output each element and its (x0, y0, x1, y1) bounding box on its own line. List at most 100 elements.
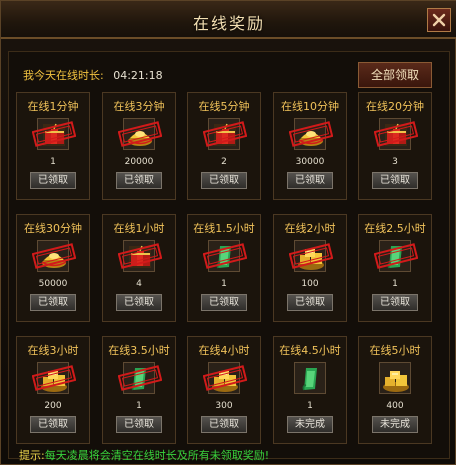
reward-card: 在线30分钟 50000 已领取 (16, 214, 90, 322)
reward-status-button[interactable]: 已领取 (116, 294, 162, 311)
reward-quantity: 1 (221, 279, 227, 289)
reward-card: 在线4.5小时 1 未完成 (273, 336, 347, 444)
reward-quantity: 300 (215, 401, 233, 411)
reward-item-slot[interactable] (203, 362, 247, 394)
reward-item-slot[interactable] (32, 362, 76, 394)
reward-item-slot[interactable] (294, 362, 326, 394)
reward-card: 在线1.5小时 1 已领取 (187, 214, 261, 322)
reward-item-slot[interactable] (203, 240, 247, 272)
reward-card: 在线10分钟 30000 已领取 (273, 92, 347, 200)
reward-time-label: 在线1分钟 (27, 100, 79, 113)
reward-quantity: 100 (301, 279, 319, 289)
reward-time-label: 在线1.5小时 (193, 222, 255, 235)
reward-status-button[interactable]: 未完成 (372, 416, 418, 433)
reward-card: 在线20分钟 3 已领取 (358, 92, 432, 200)
reward-quantity: 1 (307, 401, 313, 411)
reward-item-slot[interactable] (289, 240, 333, 272)
reward-quantity: 1 (136, 401, 142, 411)
tip-prefix: 提示: (19, 449, 45, 462)
reward-status-button[interactable]: 已领取 (116, 416, 162, 433)
claimed-stamp-icon (374, 243, 418, 269)
reward-time-label: 在线2.5小时 (364, 222, 426, 235)
claimed-stamp-icon (203, 121, 247, 147)
online-time-row: 我今天在线时长: 04:21:18 (23, 67, 163, 83)
claimed-stamp-icon (374, 121, 418, 147)
reward-item-slot[interactable] (374, 118, 418, 150)
reward-status-button[interactable]: 未完成 (287, 416, 333, 433)
reward-status-button[interactable]: 已领取 (372, 294, 418, 311)
reward-card: 在线3小时 200 已领取 (16, 336, 90, 444)
reward-time-label: 在线1小时 (113, 222, 165, 235)
reward-card: 在线2.5小时 1 已领取 (358, 214, 432, 322)
reward-time-label: 在线10分钟 (281, 100, 339, 113)
reward-quantity: 400 (386, 401, 404, 411)
reward-card: 在线3.5小时 1 已领取 (102, 336, 176, 444)
reward-status-button[interactable]: 已领取 (287, 294, 333, 311)
claimed-stamp-icon (203, 243, 247, 269)
reward-status-button[interactable]: 已领取 (201, 172, 247, 189)
claimed-stamp-icon (289, 121, 333, 147)
reward-item-slot[interactable] (379, 362, 411, 394)
claimed-stamp-icon (32, 243, 76, 269)
reward-time-label: 在线3小时 (27, 344, 79, 357)
reward-card: 在线5小时 400 未完成 (358, 336, 432, 444)
online-time-label: 我今天在线时长: (23, 69, 104, 82)
reward-quantity: 2 (221, 157, 227, 167)
close-icon (432, 13, 446, 27)
reward-status-button[interactable]: 已领取 (30, 416, 76, 433)
reward-status-button[interactable]: 已领取 (116, 172, 162, 189)
reward-quantity: 50000 (38, 279, 68, 289)
reward-status-button[interactable]: 已领取 (201, 416, 247, 433)
reward-time-label: 在线3分钟 (113, 100, 165, 113)
reward-status-button[interactable]: 已领取 (30, 172, 76, 189)
reward-status-button[interactable]: 已领取 (287, 172, 333, 189)
reward-item-slot[interactable] (32, 118, 76, 150)
reward-quantity: 20000 (124, 157, 154, 167)
reward-status-button[interactable]: 已领取 (201, 294, 247, 311)
reward-time-label: 在线4小时 (198, 344, 250, 357)
reward-item-slot[interactable] (203, 118, 247, 150)
reward-quantity: 30000 (295, 157, 325, 167)
claimed-stamp-icon (289, 243, 333, 269)
reward-time-label: 在线30分钟 (24, 222, 82, 235)
online-reward-window: 在线奖励 我今天在线时长: 04:21:18 全部领取 在线1分钟 1 已领取 在线3… (0, 0, 456, 465)
footer-tip: 提示:每天凌晨将会清空在线时长及所有未领取奖励! (19, 447, 269, 463)
reward-status-button[interactable]: 已领取 (30, 294, 76, 311)
title-bar: 在线奖励 (1, 1, 456, 39)
online-time-value: 04:21:18 (113, 69, 163, 82)
close-button[interactable] (427, 8, 451, 32)
jade-scroll-icon (302, 368, 317, 391)
reward-time-label: 在线20分钟 (366, 100, 424, 113)
claim-all-button[interactable]: 全部领取 (358, 62, 432, 88)
reward-item-slot[interactable] (118, 362, 162, 394)
tip-text: 每天凌晨将会清空在线时长及所有未领取奖励! (44, 449, 270, 462)
reward-card: 在线1小时 4 已领取 (102, 214, 176, 322)
reward-item-slot[interactable] (118, 118, 162, 150)
gold-pile-icon (383, 371, 409, 392)
reward-item-slot[interactable] (118, 240, 162, 272)
reward-card: 在线3分钟 20000 已领取 (102, 92, 176, 200)
reward-card: 在线1分钟 1 已领取 (16, 92, 90, 200)
reward-time-label: 在线2小时 (284, 222, 336, 235)
reward-card: 在线4小时 300 已领取 (187, 336, 261, 444)
claimed-stamp-icon (118, 365, 162, 391)
reward-quantity: 200 (44, 401, 62, 411)
reward-time-label: 在线5小时 (369, 344, 421, 357)
reward-item-slot[interactable] (374, 240, 418, 272)
reward-status-button[interactable]: 已领取 (372, 172, 418, 189)
claimed-stamp-icon (118, 121, 162, 147)
claimed-stamp-icon (32, 121, 76, 147)
reward-item-slot[interactable] (32, 240, 76, 272)
reward-time-label: 在线5分钟 (198, 100, 250, 113)
reward-card: 在线2小时 100 已领取 (273, 214, 347, 322)
claimed-stamp-icon (118, 243, 162, 269)
reward-quantity: 3 (392, 157, 398, 167)
reward-quantity: 1 (392, 279, 398, 289)
claimed-stamp-icon (203, 365, 247, 391)
reward-item-slot[interactable] (289, 118, 333, 150)
reward-card: 在线5分钟 2 已领取 (187, 92, 261, 200)
claimed-stamp-icon (32, 365, 76, 391)
reward-quantity: 4 (136, 279, 142, 289)
reward-quantity: 1 (50, 157, 56, 167)
window-title: 在线奖励 (192, 14, 265, 33)
